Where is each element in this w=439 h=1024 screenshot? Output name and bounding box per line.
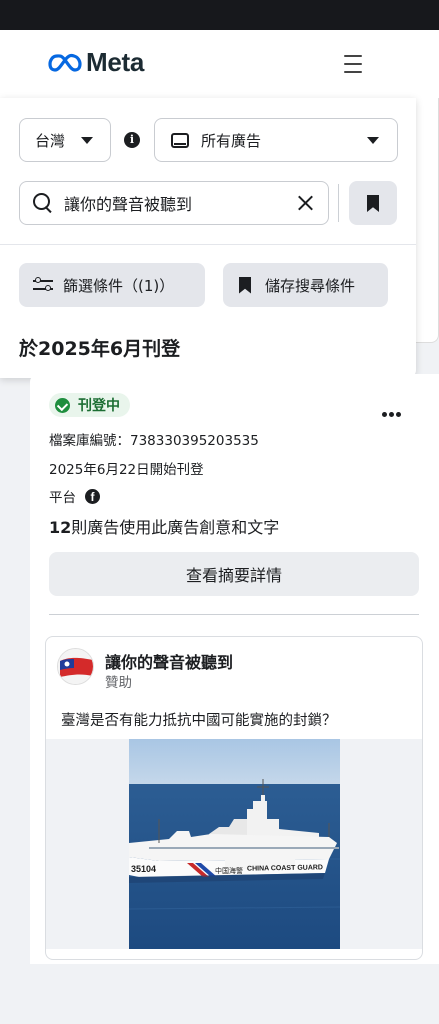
library-id: 檔案庫編號：738330395203535 bbox=[49, 433, 259, 449]
filter-sliders-icon bbox=[33, 277, 53, 293]
ad-card: 刊登中 檔案庫編號：738330395203535 2025年6月22日開始刊登… bbox=[30, 374, 439, 964]
ship-hull-text-en: CHINA COAST GUARD bbox=[246, 864, 324, 873]
check-circle-icon bbox=[55, 397, 70, 413]
ad-image-area: 35104 中国海警 CHINA COAST GUARD bbox=[46, 739, 422, 949]
search-value[interactable]: 讓你的聲音被聽到 bbox=[64, 191, 192, 215]
search-panel: 台灣 i 所有廣告 讓你的聲音被聽到 篩選條件（(1)） 儲存搜尋條件 於202… bbox=[0, 98, 416, 378]
filter-button[interactable]: 篩選條件（(1)） bbox=[19, 263, 205, 307]
bookmark-icon bbox=[239, 276, 251, 294]
platform-row: 平台 f bbox=[49, 486, 100, 506]
ad-type-select[interactable]: 所有廣告 bbox=[154, 118, 398, 162]
ad-body-text: 臺灣是否有能力抵抗中國可能實施的封鎖？ bbox=[61, 713, 337, 729]
ad-count-line: 12則廣告使用此廣告創意和文字 bbox=[49, 514, 279, 538]
facebook-icon: f bbox=[85, 489, 100, 504]
chevron-down-icon bbox=[367, 137, 379, 144]
save-search-button[interactable]: 儲存搜尋條件 bbox=[223, 263, 388, 307]
more-options-icon[interactable] bbox=[382, 412, 403, 417]
hamburger-menu-icon[interactable] bbox=[344, 55, 362, 73]
platform-label: 平台 bbox=[49, 490, 76, 506]
ad-image[interactable]: 35104 中国海警 CHINA COAST GUARD bbox=[129, 739, 340, 949]
sponsored-label: 贊助 bbox=[105, 675, 132, 691]
status-bar bbox=[0, 0, 439, 30]
page-background bbox=[0, 964, 439, 1024]
meta-logo[interactable]: Meta bbox=[48, 47, 144, 78]
filter-button-label: 篩選條件（(1)） bbox=[63, 276, 175, 295]
date-heading: 於2025年6月刊登 bbox=[19, 338, 181, 360]
page-name[interactable]: 讓你的聲音被聽到 bbox=[105, 649, 233, 673]
view-summary-button[interactable]: 查看摘要詳情 bbox=[49, 552, 419, 596]
ad-type-label: 所有廣告 bbox=[201, 131, 262, 150]
status-label: 刊登中 bbox=[78, 398, 120, 414]
meta-infinity-icon bbox=[48, 53, 82, 72]
ship-hull-number: 35104 bbox=[131, 864, 157, 874]
close-icon[interactable] bbox=[296, 194, 314, 212]
bookmark-icon bbox=[367, 195, 379, 212]
search-input[interactable]: 讓你的聲音被聽到 bbox=[19, 181, 329, 225]
divider bbox=[0, 244, 416, 245]
top-navigation: Meta bbox=[0, 30, 439, 98]
start-date: 2025年6月22日開始刊登 bbox=[49, 462, 204, 478]
brand-name: Meta bbox=[86, 47, 145, 77]
save-search-label: 儲存搜尋條件 bbox=[265, 276, 356, 295]
divider bbox=[49, 614, 419, 615]
search-icon bbox=[32, 192, 54, 214]
country-label: 台灣 bbox=[35, 131, 66, 150]
tablet-icon bbox=[171, 132, 189, 148]
avatar bbox=[57, 648, 94, 685]
ship-hull-text-cn: 中国海警 bbox=[215, 867, 243, 875]
ad-preview[interactable]: 讓你的聲音被聽到 贊助 臺灣是否有能力抵抗中國可能實施的封鎖？ 35104 中国… bbox=[45, 636, 423, 960]
bookmark-button[interactable] bbox=[349, 181, 397, 225]
ad-count-number: 12 bbox=[49, 518, 72, 537]
country-select[interactable]: 台灣 bbox=[19, 118, 111, 162]
ad-count-text: 則廣告使用此廣告創意和文字 bbox=[71, 518, 280, 537]
info-icon[interactable]: i bbox=[124, 132, 140, 148]
status-badge: 刊登中 bbox=[49, 393, 130, 417]
divider bbox=[338, 184, 339, 222]
chevron-down-icon bbox=[81, 137, 93, 144]
